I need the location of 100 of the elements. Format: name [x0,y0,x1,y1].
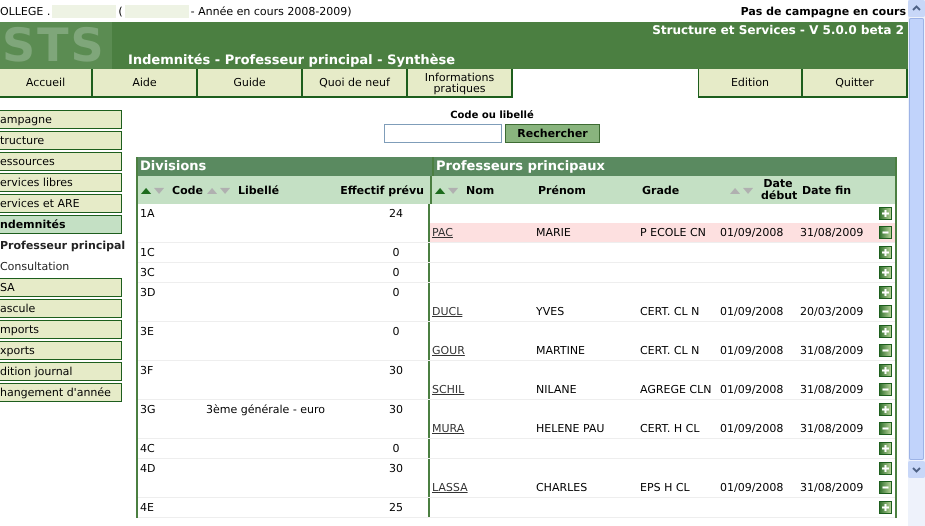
teacher-name-link[interactable]: GOUR [430,344,536,357]
table-cell-text: 0 [392,246,400,259]
table-cell-text: 20/03/2009 [800,305,864,318]
version-text: Structure et Services - V 5.0.0 beta 2 [652,23,904,37]
plus-icon[interactable] [879,207,892,220]
sidebar-subitem[interactable]: Professeur principal [0,236,122,255]
table-cell-text: 31/08/2009 [800,481,864,494]
scrollbar[interactable] [908,0,925,526]
plus-icon[interactable] [879,462,892,475]
table-cell-text: 0 [392,325,400,338]
sort-arrows-icon[interactable] [140,186,166,194]
minus-icon[interactable] [879,226,892,239]
sidebar-item[interactable]: mports [0,320,122,339]
column-header: Date fin [802,184,852,196]
sidebar-item[interactable]: dition journal [0,362,122,381]
sidebar-item[interactable]: ndemnités [0,215,122,234]
teacher-name-link[interactable]: LASSA [430,481,536,494]
minus-icon[interactable] [879,481,892,494]
table-cell-text: 0 [392,266,400,279]
minus-icon[interactable] [879,344,892,357]
table-cell-text: 25 [388,501,404,514]
campaign-status: Pas de campagne en cours [740,4,906,18]
table-cell-text: 3ème générale - euro [206,403,326,416]
plus-icon[interactable] [879,501,892,514]
sidebar-item[interactable]: essources [0,152,122,171]
search-label: Code ou libellé [450,110,534,121]
table-cell-text: 31/08/2009 [800,344,864,357]
search-field[interactable] [384,124,502,143]
panel-title: Professeurs principaux [435,158,605,176]
sidebar-item[interactable]: xports [0,341,122,360]
nav-tab[interactable]: Accueil [0,69,93,98]
table-cell-text: EPS H CL [640,481,691,494]
teacher-name-link[interactable]: MURA [430,422,536,435]
table-cell-text: 4D [139,462,156,475]
sidebar-item[interactable]: ervices et ARE [0,194,122,213]
table-cell-text: 1C [139,246,156,259]
column-header: Nom [466,184,494,196]
redacted-block [124,4,189,18]
table-cell-text: 3C [139,266,156,279]
sidebar-item[interactable]: SA [0,278,122,297]
table-cell-text: 30 [388,462,404,475]
school-info-text: OLLEGE . [0,4,50,18]
school-info-text: ( [118,4,123,18]
teacher-name-link[interactable]: PAC [430,226,536,239]
table-cell-text: 0 [392,286,400,299]
sidebar-item[interactable]: ampagne [0,110,122,129]
plus-icon[interactable] [879,364,892,377]
table-cell-text: 31/08/2009 [800,226,864,239]
sidebar-subitem[interactable]: Consultation [0,257,122,276]
scroll-down-icon[interactable] [908,461,925,478]
table-cell-text: P ECOLE CN [640,226,707,239]
sidebar-item[interactable]: ervices libres [0,173,122,192]
search-button[interactable]: Rechercher [505,124,600,143]
table-cell-text: CERT. CL N [640,344,700,357]
plus-icon[interactable] [879,325,892,338]
column-header: Prénom [538,184,586,196]
table-cell-text: 0 [392,442,400,455]
redacted-block [52,4,116,18]
nav-tab[interactable]: Aide [93,69,198,98]
table-cell-text: 30 [388,364,404,377]
column-header: Code [172,184,203,196]
table-cell-text: 01/09/2008 [720,344,784,357]
plus-icon[interactable] [879,266,892,279]
sidebar-item[interactable]: tructure [0,131,122,150]
nav-tab[interactable]: Quitter [803,69,908,98]
table-cell-text: CERT. CL N [640,305,700,318]
table-cell-text: 4E [139,501,155,514]
sidebar-item[interactable]: ascule [0,299,122,318]
column-header: Grade [642,184,680,196]
table-cell-text: MARIE [536,226,572,239]
table-cell-text: 24 [388,207,404,220]
minus-icon[interactable] [879,305,892,318]
nav-tab[interactable]: Edition [698,69,803,98]
school-info-text: - Année en cours 2008-2009) [190,4,352,18]
table-cell-text: CERT. H CL [640,422,700,435]
table-cell-text: 30 [388,403,404,416]
plus-icon[interactable] [879,403,892,416]
table-cell-text: 31/08/2009 [800,422,864,435]
scroll-thumb[interactable] [909,18,924,460]
plus-icon[interactable] [879,246,892,259]
nav-tab[interactable]: Guide [198,69,303,98]
minus-icon[interactable] [879,422,892,435]
table-cell-text: 31/08/2009 [800,383,864,396]
table-cell-text: 3F [139,364,154,377]
scroll-up-icon[interactable] [908,0,925,17]
minus-icon[interactable] [879,383,892,396]
table-cell-text: 01/09/2008 [720,383,784,396]
teacher-name-link[interactable]: DUCL [430,305,536,318]
table-cell-text: CHARLES [536,481,588,494]
table-cell-text: 4C [139,442,156,455]
teacher-name-link[interactable]: SCHIL [430,383,536,396]
table-cell-text: HELENE PAU [536,422,606,435]
nav-tab[interactable]: Quoi de neuf [303,69,408,98]
table-cell-text: 3D [139,286,156,299]
table-cell-text: 01/09/2008 [720,305,784,318]
plus-icon[interactable] [879,286,892,299]
nav-tab[interactable]: Informations pratiques [408,69,513,98]
plus-icon[interactable] [879,442,892,455]
sort-arrows-icon[interactable] [434,186,460,194]
sidebar-item[interactable]: hangement d'année [0,383,122,402]
